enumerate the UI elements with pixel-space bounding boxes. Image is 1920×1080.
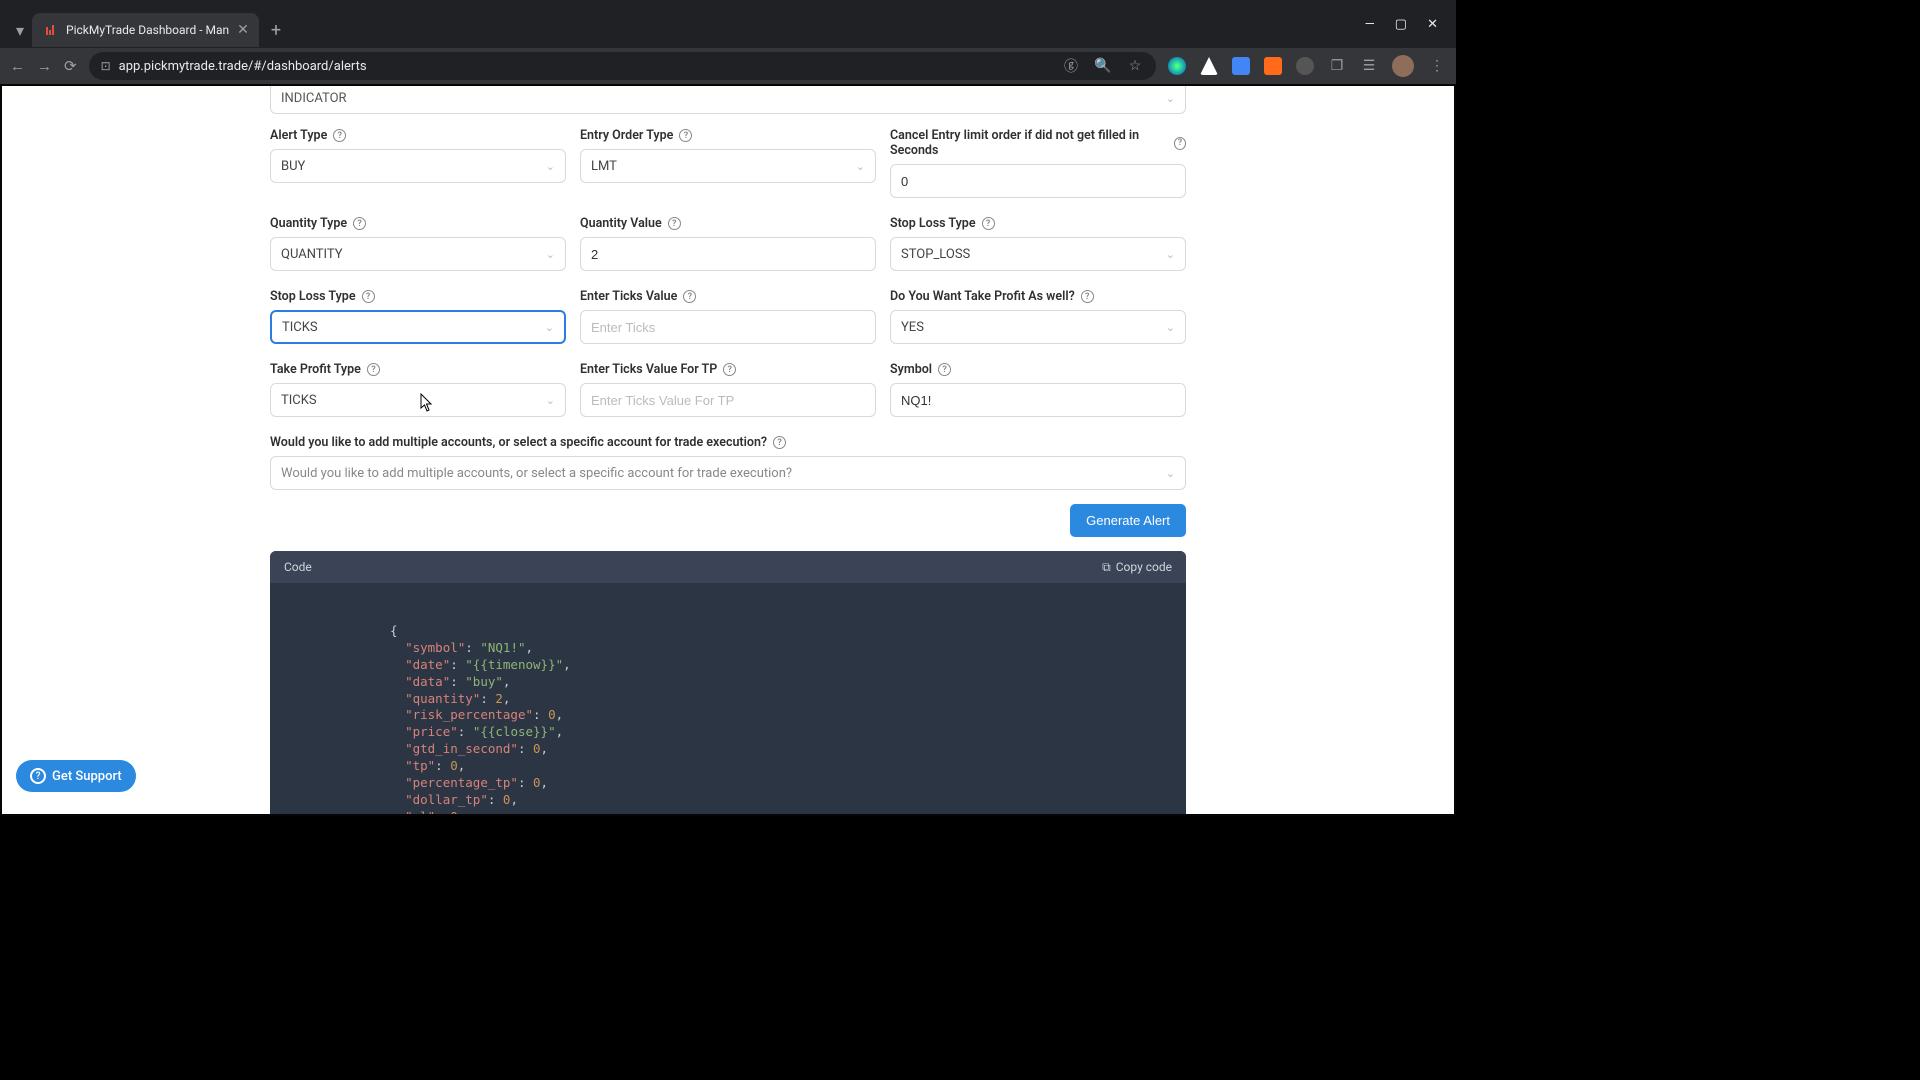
window-controls: ― ▢ ✕	[1347, 17, 1456, 32]
symbol-input[interactable]	[890, 383, 1186, 417]
copy-code-label: Copy code	[1116, 560, 1172, 574]
support-icon: ?	[30, 768, 46, 784]
multi-account-label: Would you like to add multiple accounts,…	[270, 435, 767, 450]
minimize-icon[interactable]: ―	[1365, 17, 1375, 32]
quantity-type-select[interactable]: QUANTITY⌄	[270, 237, 566, 271]
chevron-down-icon: ⌄	[546, 160, 555, 173]
code-block: Code ⧉ Copy code { "symbol": "NQ1!", "da…	[270, 551, 1186, 814]
enter-ticks-tp-input[interactable]	[580, 383, 876, 417]
help-icon[interactable]: ?	[1081, 290, 1094, 303]
close-window-icon[interactable]: ✕	[1427, 17, 1438, 32]
browser-menu-icon[interactable]: ⋮	[1428, 57, 1446, 75]
cancel-entry-label: Cancel Entry limit order if did not get …	[890, 128, 1168, 158]
tab-title: PickMyTrade Dashboard - Man	[66, 23, 229, 37]
chevron-down-icon: ⌄	[1166, 248, 1175, 261]
zoom-icon[interactable]: 🔍	[1094, 57, 1112, 75]
alert-type-label: Alert Type	[270, 128, 327, 143]
back-icon[interactable]: ←	[10, 57, 25, 75]
symbol-label: Symbol	[890, 362, 932, 377]
enter-ticks-input[interactable]	[580, 310, 876, 344]
code-body: { "symbol": "NQ1!", "date": "{{timenow}}…	[270, 583, 1186, 814]
indicator-select[interactable]: INDICATOR ⌄	[270, 86, 1186, 114]
help-icon[interactable]: ?	[367, 363, 380, 376]
chevron-down-icon: ⌄	[856, 160, 865, 173]
favicon	[42, 22, 58, 38]
extensions-menu-icon[interactable]: ❐	[1328, 57, 1346, 75]
site-info-icon[interactable]: ⊡	[101, 59, 111, 73]
chevron-down-icon: ⌄	[1166, 321, 1175, 334]
help-icon[interactable]: ?	[679, 129, 692, 142]
browser-tab-active[interactable]: PickMyTrade Dashboard - Man ✕	[32, 13, 259, 47]
copy-code-button[interactable]: ⧉ Copy code	[1102, 560, 1172, 575]
stop-loss-type-label: Stop Loss Type	[890, 216, 976, 231]
support-label: Get Support	[52, 769, 122, 784]
help-icon[interactable]: ?	[982, 217, 995, 230]
browser-nav-bar: ← → ⟳ ⊡ app.pickmytrade.trade/#/dashboar…	[0, 48, 1456, 84]
browser-tab-strip: ▾ PickMyTrade Dashboard - Man ✕ + ― ▢ ✕	[0, 0, 1456, 48]
maximize-icon[interactable]: ▢	[1395, 17, 1407, 32]
want-tp-select[interactable]: YES⌄	[890, 310, 1186, 344]
help-icon[interactable]: ?	[773, 436, 786, 449]
reading-list-icon[interactable]: ☰	[1360, 57, 1378, 75]
stop-loss-type-2-label: Stop Loss Type	[270, 289, 356, 304]
bookmark-icon[interactable]: ☆	[1126, 57, 1144, 75]
help-icon[interactable]: ?	[1174, 137, 1186, 150]
translate-icon[interactable]: ⓖ	[1062, 57, 1080, 75]
extension-icon-5[interactable]	[1296, 57, 1314, 75]
multi-account-select[interactable]: Would you like to add multiple accounts,…	[270, 456, 1186, 490]
url-text: app.pickmytrade.trade/#/dashboard/alerts	[119, 59, 1054, 74]
forward-icon[interactable]: →	[37, 57, 52, 75]
indicator-value: INDICATOR	[281, 91, 347, 106]
extension-icon-4[interactable]	[1264, 57, 1282, 75]
new-tab-button[interactable]: +	[259, 20, 293, 41]
help-icon[interactable]: ?	[353, 217, 366, 230]
help-icon[interactable]: ?	[683, 290, 696, 303]
alert-type-select[interactable]: BUY⌄	[270, 149, 566, 183]
chevron-down-icon: ⌄	[1166, 92, 1175, 105]
stop-loss-type-2-select[interactable]: TICKS⌄	[270, 310, 566, 344]
extension-icon-1[interactable]	[1168, 57, 1186, 75]
generate-alert-button[interactable]: Generate Alert	[1070, 504, 1186, 537]
get-support-button[interactable]: ? Get Support	[16, 760, 136, 792]
enter-ticks-tp-label: Enter Ticks Value For TP	[580, 362, 717, 377]
tab-search-dropdown[interactable]: ▾	[8, 21, 32, 40]
copy-icon: ⧉	[1102, 560, 1111, 575]
quantity-value-input[interactable]	[580, 237, 876, 271]
close-tab-icon[interactable]: ✕	[237, 22, 249, 38]
code-title: Code	[284, 560, 312, 574]
want-tp-label: Do You Want Take Profit As well?	[890, 289, 1075, 304]
extension-icon-2[interactable]	[1200, 57, 1218, 75]
address-bar[interactable]: ⊡ app.pickmytrade.trade/#/dashboard/aler…	[89, 52, 1156, 80]
chevron-down-icon: ⌄	[545, 321, 554, 334]
page-content: INDICATOR ⌄ Alert Type? BUY⌄ Entry Order…	[2, 86, 1454, 814]
viewport: INDICATOR ⌄ Alert Type? BUY⌄ Entry Order…	[0, 84, 1456, 816]
chevron-down-icon: ⌄	[546, 248, 555, 261]
help-icon[interactable]: ?	[723, 363, 736, 376]
take-profit-type-select[interactable]: TICKS⌄	[270, 383, 566, 417]
entry-order-type-label: Entry Order Type	[580, 128, 673, 143]
reload-icon[interactable]: ⟳	[64, 57, 77, 75]
entry-order-type-select[interactable]: LMT⌄	[580, 149, 876, 183]
stop-loss-type-select[interactable]: STOP_LOSS⌄	[890, 237, 1186, 271]
cancel-entry-input[interactable]	[890, 164, 1186, 198]
enter-ticks-label: Enter Ticks Value	[580, 289, 677, 304]
help-icon[interactable]: ?	[668, 217, 681, 230]
chevron-down-icon: ⌄	[546, 394, 555, 407]
quantity-value-label: Quantity Value	[580, 216, 662, 231]
quantity-type-label: Quantity Type	[270, 216, 347, 231]
help-icon[interactable]: ?	[362, 290, 375, 303]
chevron-down-icon: ⌄	[1166, 467, 1175, 480]
profile-avatar[interactable]	[1392, 55, 1414, 77]
extension-icon-3[interactable]	[1232, 57, 1250, 75]
help-icon[interactable]: ?	[333, 129, 346, 142]
help-icon[interactable]: ?	[938, 363, 951, 376]
take-profit-type-label: Take Profit Type	[270, 362, 361, 377]
